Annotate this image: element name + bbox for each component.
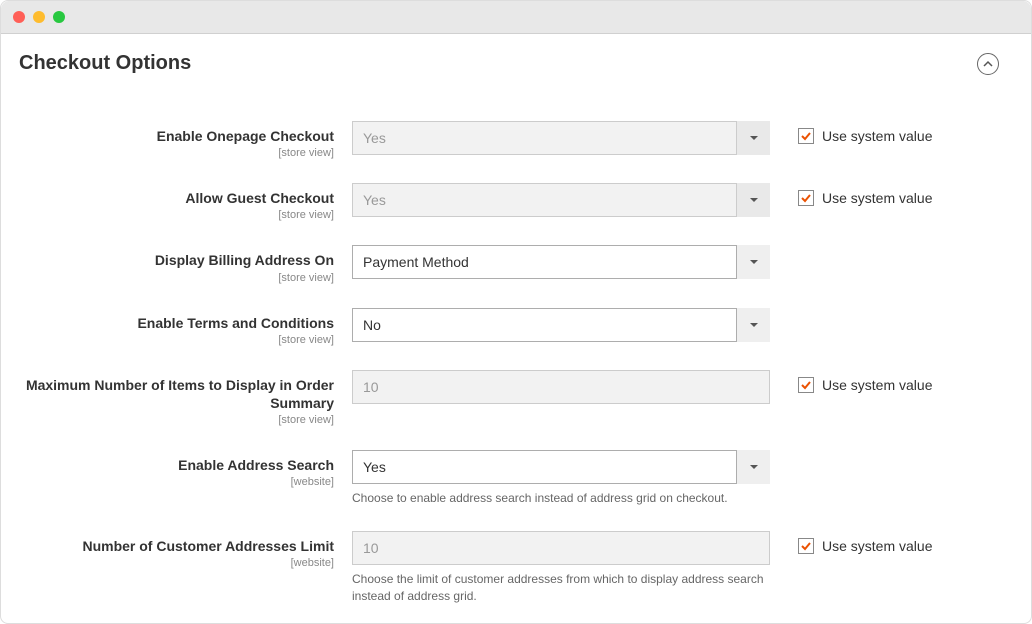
section-content: Checkout Options Enable Onepage Checkout…: [1, 34, 1031, 605]
field-control-col: Yes: [352, 121, 770, 155]
maximize-window-button[interactable]: [53, 11, 65, 23]
section-header: Checkout Options: [19, 52, 999, 75]
enable-onepage-select: Yes: [352, 121, 770, 155]
use-system-col: Use system value: [770, 183, 932, 206]
field-scope: [store view]: [19, 414, 334, 426]
field-label-col: Allow Guest Checkout [store view]: [19, 183, 352, 221]
field-label: Enable Terms and Conditions: [19, 314, 334, 332]
billing-address-select[interactable]: Payment Method: [352, 245, 770, 279]
select-wrap: No: [352, 308, 770, 342]
field-label: Display Billing Address On: [19, 251, 334, 269]
field-scope: [website]: [19, 476, 334, 488]
terms-select[interactable]: No: [352, 308, 770, 342]
field-label: Maximum Number of Items to Display in Or…: [19, 376, 334, 412]
field-label-col: Number of Customer Addresses Limit [webs…: [19, 531, 352, 569]
use-system-col: Use system value: [770, 370, 932, 393]
field-control-col: Choose the limit of customer addresses f…: [352, 531, 770, 605]
field-enable-address-search: Enable Address Search [website] Yes Choo…: [19, 450, 999, 507]
field-control-col: No: [352, 308, 770, 342]
field-label-col: Enable Terms and Conditions [store view]: [19, 308, 352, 346]
field-scope: [store view]: [19, 272, 334, 284]
use-system-col: Use system value: [770, 121, 932, 144]
close-window-button[interactable]: [13, 11, 25, 23]
field-label: Allow Guest Checkout: [19, 189, 334, 207]
field-enable-terms: Enable Terms and Conditions [store view]…: [19, 308, 999, 346]
address-search-select[interactable]: Yes: [352, 450, 770, 484]
use-system-checkbox[interactable]: [798, 190, 814, 206]
use-system-checkbox[interactable]: [798, 377, 814, 393]
field-control-col: Payment Method: [352, 245, 770, 279]
use-system-checkbox[interactable]: [798, 128, 814, 144]
window-titlebar: [1, 1, 1031, 34]
chevron-up-icon: [983, 59, 993, 69]
check-icon: [800, 192, 812, 204]
use-system-checkbox[interactable]: [798, 538, 814, 554]
collapse-section-button[interactable]: [977, 53, 999, 75]
field-label: Enable Address Search: [19, 456, 334, 474]
max-items-input: [352, 370, 770, 404]
field-label: Enable Onepage Checkout: [19, 127, 334, 145]
field-control-col: [352, 370, 770, 404]
use-system-label: Use system value: [822, 377, 932, 393]
use-system-col: Use system value: [770, 531, 932, 554]
address-limit-input: [352, 531, 770, 565]
help-text: Choose the limit of customer addresses f…: [352, 571, 770, 605]
field-label-col: Enable Address Search [website]: [19, 450, 352, 488]
use-system-label: Use system value: [822, 538, 932, 554]
check-icon: [800, 379, 812, 391]
field-control-col: Yes: [352, 183, 770, 217]
select-wrap: Yes: [352, 450, 770, 484]
check-icon: [800, 130, 812, 142]
field-address-limit: Number of Customer Addresses Limit [webs…: [19, 531, 999, 605]
use-system-label: Use system value: [822, 190, 932, 206]
use-system-label: Use system value: [822, 128, 932, 144]
field-enable-onepage-checkout: Enable Onepage Checkout [store view] Yes…: [19, 121, 999, 159]
field-scope: [website]: [19, 557, 334, 569]
field-scope: [store view]: [19, 334, 334, 346]
field-label: Number of Customer Addresses Limit: [19, 537, 334, 555]
select-wrap: Payment Method: [352, 245, 770, 279]
field-max-items: Maximum Number of Items to Display in Or…: [19, 370, 999, 426]
select-wrap: Yes: [352, 121, 770, 155]
field-allow-guest-checkout: Allow Guest Checkout [store view] Yes Us…: [19, 183, 999, 221]
minimize-window-button[interactable]: [33, 11, 45, 23]
allow-guest-select: Yes: [352, 183, 770, 217]
check-icon: [800, 540, 812, 552]
field-label-col: Maximum Number of Items to Display in Or…: [19, 370, 352, 426]
field-display-billing-address: Display Billing Address On [store view] …: [19, 245, 999, 283]
help-text: Choose to enable address search instead …: [352, 490, 770, 507]
section-title: Checkout Options: [19, 52, 191, 75]
field-label-col: Display Billing Address On [store view]: [19, 245, 352, 283]
field-scope: [store view]: [19, 147, 334, 159]
field-control-col: Yes Choose to enable address search inst…: [352, 450, 770, 507]
select-wrap: Yes: [352, 183, 770, 217]
field-label-col: Enable Onepage Checkout [store view]: [19, 121, 352, 159]
field-scope: [store view]: [19, 209, 334, 221]
